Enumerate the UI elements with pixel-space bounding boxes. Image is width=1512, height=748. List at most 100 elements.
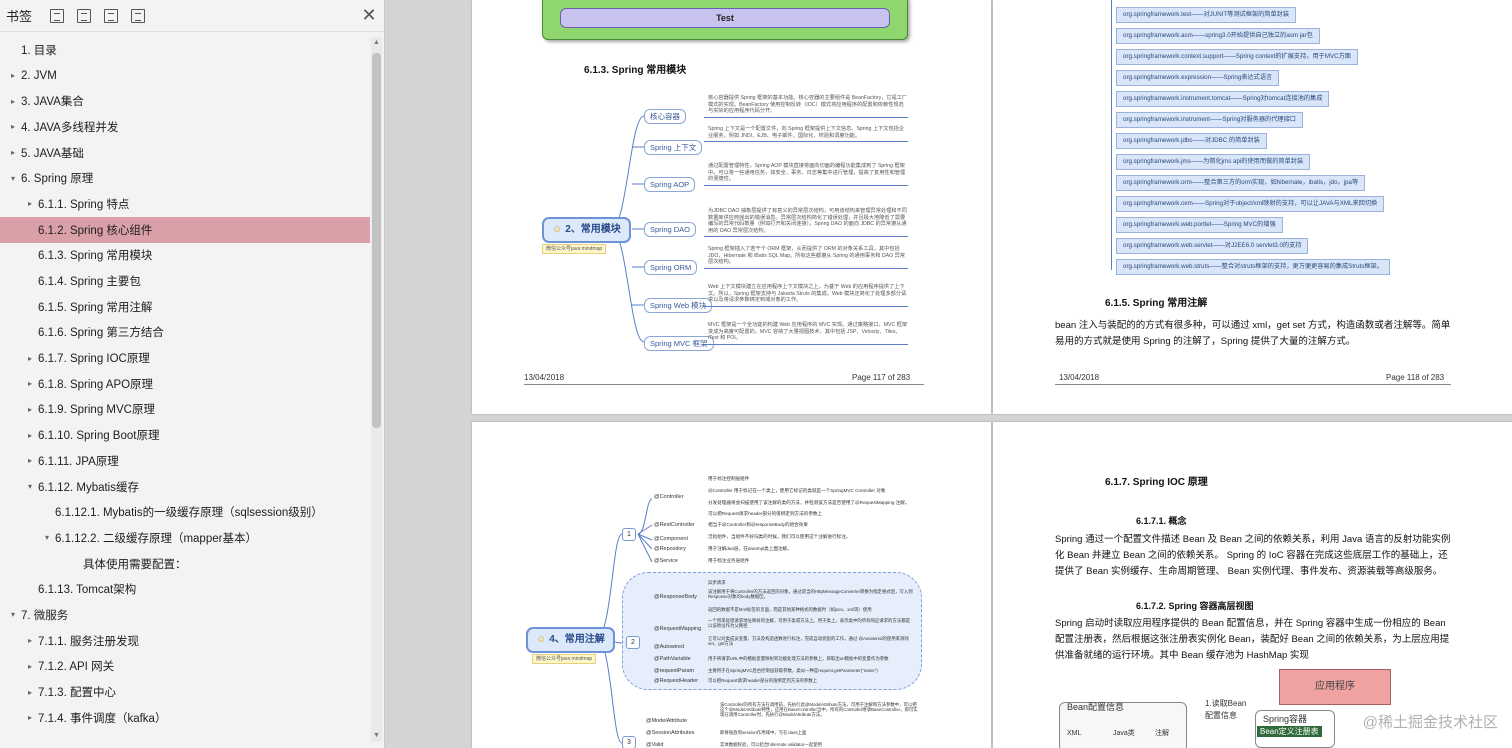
bookmark-item[interactable]: ▸ 7.1.2. API 网关 [0, 654, 370, 680]
bookmark-item[interactable]: 6.1.2. Spring 核心组件 [0, 216, 370, 243]
annotation-description: 用于将请求URL中的模板变量映射到功能处理方法的参数上，即取出uri模板中的变量… [708, 656, 889, 661]
mindmap-branch-node: Spring DAO [644, 222, 697, 237]
bookmark-label: 6.1.10. Spring Boot原理 [38, 430, 160, 443]
bookmark-item[interactable]: ▸ 6.1.1. Spring 特点 [0, 191, 370, 217]
bookmark-item[interactable]: ▸ 7.1.3. 配置中心 [0, 679, 370, 705]
chevron-right-icon[interactable]: ▸ [25, 405, 35, 414]
chevron-right-icon[interactable]: ▸ [25, 662, 35, 671]
chevron-down-icon[interactable]: ▾ [42, 533, 52, 542]
bookmark-item[interactable]: 6.1.5. Spring 常用注解 [0, 294, 370, 320]
bookmark-label: 6.1.2. Spring 核心组件 [38, 224, 153, 237]
bookmark-item[interactable]: ▾ 6. Spring 原理 [0, 165, 370, 191]
chevron-down-icon[interactable]: ▾ [25, 482, 35, 491]
bookmark-item[interactable]: ▸ 3. JAVA集合 [0, 88, 370, 114]
bookmark-item[interactable]: ▸ 6.1.9. Spring MVC原理 [0, 397, 370, 423]
add-bookmark-icon[interactable] [104, 8, 119, 23]
bookmark-item[interactable]: 6.1.6. Spring 第三方结合 [0, 320, 370, 346]
config-info-label: 配置信息 [1205, 711, 1237, 720]
footer-rule [1055, 384, 1451, 385]
bookmark-item[interactable]: ▸ 6.1.10. Spring Boot原理 [0, 422, 370, 448]
bookmark-item[interactable]: ▸ 7.1.1. 服务注册发现 [0, 628, 370, 654]
bookmark-label: 6.1.12.1. Mybatis的一级缓存原理（sqlsession级别） [55, 507, 323, 520]
chevron-down-icon[interactable]: ▾ [8, 610, 18, 619]
spring-container-label: Spring容器 [1263, 714, 1308, 724]
bookmark-label: 6.1.12. Mybatis缓存 [38, 481, 139, 494]
annotation-description: @Controller 用于标记在一个类上，使用它标记的类就是一个SpringM… [708, 488, 886, 493]
bookmark-item[interactable]: ▸ 7.1.4. 事件调度（kafka） [0, 705, 370, 731]
bookmark-scrollbar[interactable]: ▲ ▼ [371, 37, 382, 742]
scrollbar-thumb[interactable] [372, 53, 381, 428]
bookmark-item[interactable]: ▸ 6.1.7. Spring IOC原理 [0, 345, 370, 371]
chevron-right-icon[interactable]: ▸ [25, 688, 35, 697]
annotation-name: @Service [654, 558, 678, 564]
bookmark-item[interactable]: ▸ 4. JAVA多线程并发 [0, 114, 370, 140]
chevron-down-icon[interactable]: ▾ [8, 174, 18, 183]
bookmark-panel-header: 书签 ✕ [0, 0, 384, 32]
bookmark-item[interactable]: 6.1.12.1. Mybatis的一级缓存原理（sqlsession级别） [0, 499, 370, 525]
package-item: org.springframework.web.servlet——对J2EE6.… [1116, 238, 1309, 254]
bookmark-label: 6.1.12.2. 二级缓存原理（mapper基本） [55, 532, 257, 545]
bookmark-item[interactable]: ▾ 6.1.12. Mybatis缓存 [0, 474, 370, 500]
chevron-right-icon[interactable]: ▸ [8, 97, 18, 106]
annotation-description: 它可以对类成员变量、方法及构造函数进行标注，完成自动装配的工作。通过 @Auto… [708, 636, 909, 646]
bookmark-item[interactable]: 6.1.3. Spring 常用模块 [0, 243, 370, 269]
mindmap-branch-node: Spring 上下文 [644, 140, 703, 155]
bookmark-label: 5. JAVA基础 [21, 147, 84, 160]
mindmap-tag: 微信公众号java mindmap [532, 654, 597, 664]
mindmap-branch-description: Spring 上下文是一个配置文件，向 Spring 框架提供上下文信息。Spr… [704, 126, 908, 142]
page-118: org.springframework.test——对JUNIT等测试框架的简单… [993, 0, 1512, 414]
bookmark-label: 6.1.13. Tomcat架构 [38, 584, 137, 597]
mindmap-branch-node: Spring AOP [644, 177, 696, 192]
close-icon[interactable]: ✕ [360, 6, 378, 24]
footer-date: 13/04/2018 [524, 373, 565, 382]
bookmark-item[interactable]: 6.1.4. Spring 主要包 [0, 268, 370, 294]
bookmark-item[interactable]: 6.1.13. Tomcat架构 [0, 576, 370, 602]
bookmark-item[interactable]: 1. 目录 [0, 37, 370, 63]
xml-label: XML [1067, 730, 1082, 737]
bookmark-label: 6.1.8. Spring APO原理 [38, 378, 154, 391]
annotation-name: @ModelAttribute [646, 718, 688, 724]
page-120: 6.1.7. Spring IOC 原理 6.1.7.1. 概念 Spring … [993, 422, 1512, 748]
annotation-name: @Component [654, 536, 689, 542]
annotation-description: 相当于@Controller和@responseBody的组合效果 [708, 522, 808, 527]
chevron-right-icon[interactable]: ▸ [25, 456, 35, 465]
chevron-right-icon[interactable]: ▸ [25, 354, 35, 363]
chevron-right-icon[interactable]: ▸ [25, 379, 35, 388]
bookmark-item[interactable]: ▾ 7. 微服务 [0, 602, 370, 628]
annotation-description: 该Controller的所有方法在调用前，先执行此@ModelAttribute… [720, 702, 918, 717]
scroll-down-icon[interactable]: ▼ [371, 730, 382, 742]
annotation-name: @Autowired [654, 644, 685, 650]
annotation-description: 用于注解dao层，在daoImpl类上面注解。 [708, 546, 792, 551]
scroll-up-icon[interactable]: ▲ [371, 37, 382, 49]
document-viewer[interactable]: Test 6.1.3. Spring 常用模块 2、常用模块 微信公众号java… [386, 0, 1512, 748]
annotation-name: @Repository [654, 546, 686, 552]
bookmark-item[interactable]: ▸ 2. JVM [0, 63, 370, 89]
chevron-right-icon[interactable]: ▸ [8, 122, 18, 131]
mindmap-connectors [610, 115, 645, 343]
bookmark-item[interactable]: ▾ 6.1.12.2. 二级缓存原理（mapper基本） [0, 525, 370, 551]
bookmark-item[interactable]: ▸ 5. JAVA基础 [0, 140, 370, 166]
annotation-description: 即将值放到session作用域中，写在class上面 [720, 730, 807, 735]
bookmark-label: 7.1.1. 服务注册发现 [38, 635, 139, 648]
chevron-right-icon[interactable]: ▸ [8, 71, 18, 80]
expand-all-icon[interactable] [50, 8, 65, 23]
annotation-name: @Valid [646, 742, 664, 748]
bookmark-options-icon[interactable] [131, 8, 146, 23]
chevron-right-icon[interactable]: ▸ [8, 148, 18, 157]
mindmap-branch-node: 核心容器 [644, 109, 686, 124]
bookmark-item[interactable]: ▸ 6.1.11. JPA原理 [0, 448, 370, 474]
chevron-right-icon[interactable]: ▸ [25, 199, 35, 208]
annotation-description: 异步请求 [708, 580, 726, 585]
footer-rule [524, 384, 924, 385]
chevron-right-icon[interactable]: ▸ [25, 636, 35, 645]
annotation-description: 泛指组件，当组件不好归类的时候，我们可以使用这个注解进行标注。 [708, 534, 851, 539]
chevron-right-icon[interactable]: ▸ [25, 431, 35, 440]
bookmark-item[interactable]: 具体使用需要配置： [0, 551, 370, 577]
annotation-description: 实体数据校验，可以结合hibernate validator一起使用 [720, 742, 822, 747]
section-body: Spring 启动时读取应用程序提供的 Bean 配置信息，并在 Spring … [1055, 618, 1450, 661]
bookmark-item[interactable]: ▸ 6.1.8. Spring APO原理 [0, 371, 370, 397]
chevron-right-icon[interactable]: ▸ [25, 713, 35, 722]
collapse-all-icon[interactable] [77, 8, 92, 23]
pdf-reader-window: 书签 ✕ 1. 目录 ▸ 2. JVM ▸ 3. JAVA集合 ▸ 4. JAVA多线程并发… [0, 0, 1512, 748]
subsection-heading: 6.1.7.2. Spring 容器高层视图 [1136, 601, 1254, 611]
